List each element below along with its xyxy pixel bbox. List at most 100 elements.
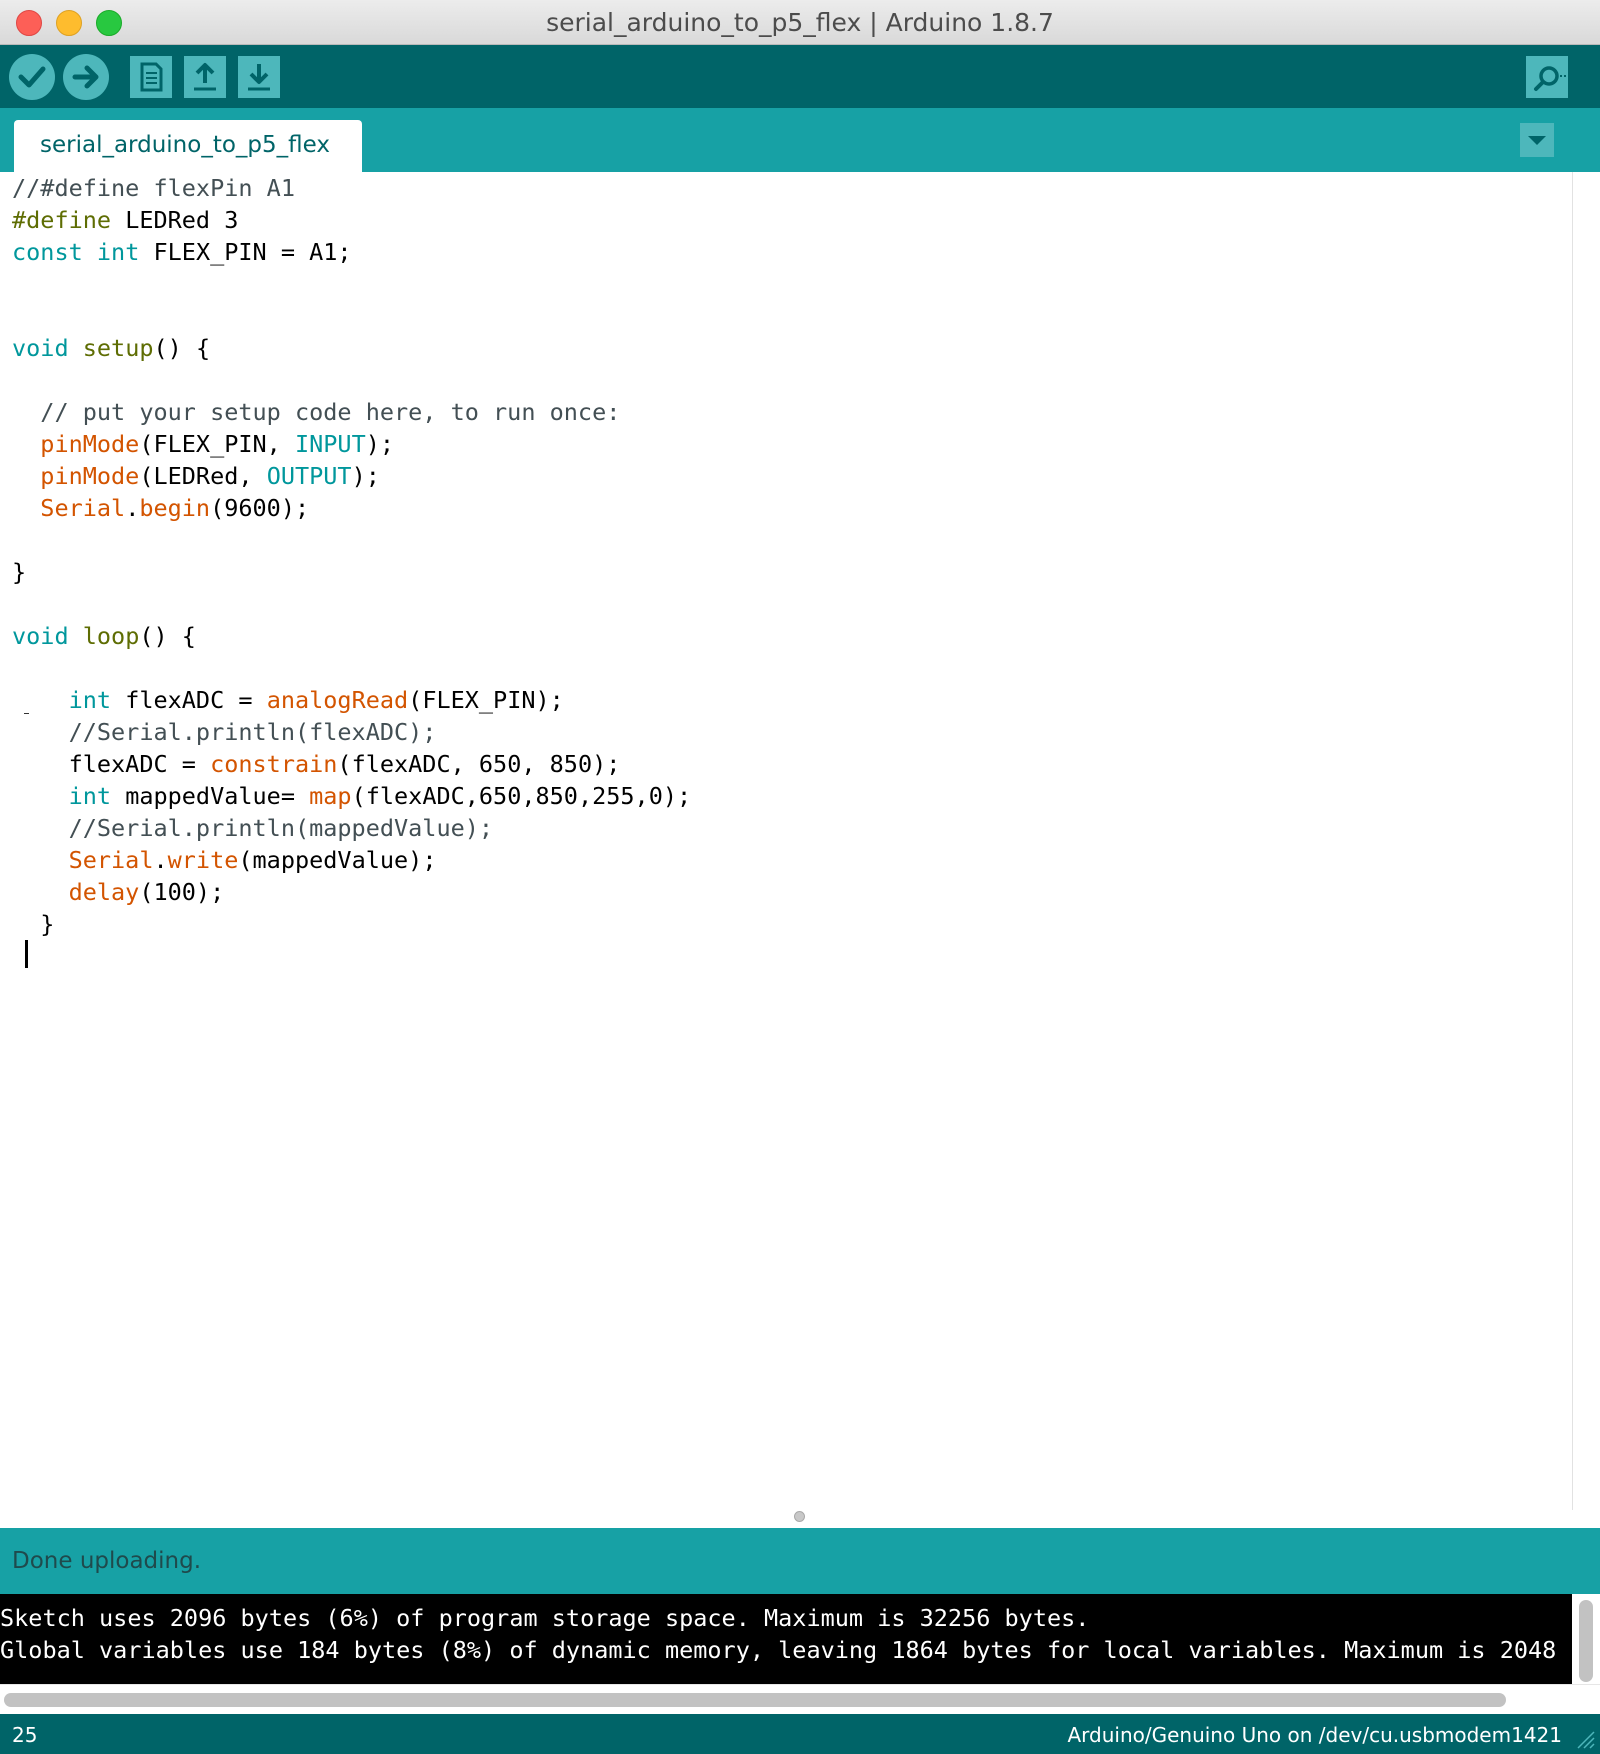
toolbar [0, 45, 1600, 108]
code-token: analogRead [266, 686, 409, 714]
code-line[interactable]: void loop() { [12, 620, 691, 652]
code-line[interactable] [12, 588, 691, 620]
line-number: 25 [12, 1723, 38, 1747]
code-token: . [153, 846, 168, 874]
code-line[interactable] [12, 300, 691, 332]
split-handle[interactable] [794, 1511, 805, 1522]
code-token: INPUT [294, 430, 366, 458]
code-line[interactable]: #define LEDRed 3 [12, 204, 691, 236]
code-line[interactable] [12, 524, 691, 556]
console-output[interactable]: Sketch uses 2096 bytes (6%) of program s… [0, 1594, 1572, 1684]
arrow-right-icon [72, 65, 99, 89]
verify-button[interactable] [9, 54, 55, 100]
code-token: begin [139, 494, 211, 522]
status-message: Done uploading. [12, 1548, 202, 1574]
code-line[interactable]: void setup() { [12, 332, 691, 364]
code-token: int [68, 686, 112, 714]
code-line[interactable]: int mappedValue= map(flexADC,650,850,255… [12, 780, 692, 812]
code-editor[interactable]: //#define flexPin A1 #define LEDRed 3 cons… [0, 172, 1572, 1510]
code-token: #define [12, 206, 112, 234]
editor-scroll-track [1572, 172, 1573, 1510]
code-token: pinMode [40, 462, 140, 490]
code-line[interactable] [12, 364, 691, 396]
code-token: Serial [40, 494, 126, 522]
code-token: (FLEX_PIN, [139, 430, 295, 458]
code-token: //Serial.println(mappedValue); [12, 814, 494, 842]
code-token: flexADC = [111, 686, 267, 714]
code-line[interactable]: pinMode(LEDRed, OUTPUT); [12, 460, 691, 492]
code-token: void [12, 334, 69, 362]
code-line[interactable]: //Serial.println(flexADC); [12, 716, 691, 748]
code-line[interactable] [12, 268, 691, 300]
tab-menu-button[interactable] [1520, 123, 1554, 157]
code-line[interactable]: } [12, 556, 691, 588]
arrow-up-icon [194, 63, 216, 91]
window-title: serial_arduino_to_p5_flex | Arduino 1.8.… [546, 8, 1054, 37]
new-file-icon [140, 62, 163, 92]
code-line[interactable] [12, 652, 691, 684]
code-line[interactable]: Serial.write(mappedValue); [12, 844, 691, 876]
code-line[interactable]: Serial.begin(9600); [12, 492, 691, 524]
console-vertical-scroll-thumb[interactable] [1579, 1600, 1593, 1682]
code-token: (FLEX_PIN); [408, 686, 564, 714]
tab-sketch[interactable]: serial_arduino_to_p5_flex [14, 120, 362, 172]
code-token: mappedValue= [111, 782, 310, 810]
board-port-info: Arduino/Genuino Uno on /dev/cu.usbmodem1… [1067, 1723, 1562, 1747]
code-token: Serial [68, 846, 154, 874]
new-sketch-button[interactable] [130, 56, 172, 98]
code-line[interactable]: //#define flexPin A1 [12, 172, 691, 204]
code-token: int [68, 782, 112, 810]
title-bar: serial_arduino_to_p5_flex | Arduino 1.8.… [0, 0, 1600, 45]
code-token: setup [82, 334, 154, 362]
code-token: (100); [139, 878, 225, 906]
code-token: // put your setup code here, to run once… [12, 398, 621, 426]
upload-button[interactable] [63, 54, 109, 100]
code-token: (flexADC,650,850,255,0); [351, 782, 692, 810]
save-sketch-button[interactable] [238, 56, 280, 98]
code-token: flexADC = [12, 750, 211, 778]
checkmark-icon [18, 66, 46, 88]
code-token: () { [139, 622, 196, 650]
chevron-down-icon [1528, 136, 1546, 145]
code-line[interactable]: const int FLEX_PIN = A1; [12, 236, 691, 268]
code-line[interactable]: // put your setup code here, to run once… [12, 396, 691, 428]
code-token: LEDRed 3 [111, 206, 239, 234]
tab-label: serial_arduino_to_p5_flex [40, 132, 330, 158]
code-token: (LEDRed, [139, 462, 267, 490]
text-cursor [25, 940, 28, 968]
code-token: FLEX_PIN = A1; [139, 238, 352, 266]
code-token: ); [351, 462, 380, 490]
code-token: (flexADC, 650, 850); [337, 750, 621, 778]
code-line[interactable]: flexADC = constrain(flexADC, 650, 850); [12, 748, 691, 780]
code-token: void [12, 622, 69, 650]
console-line: Global variables use 184 bytes (8%) of d… [0, 1636, 1572, 1664]
code-line[interactable]: //Serial.println(mappedValue); [12, 812, 691, 844]
code-line[interactable]: int flexADC = analogRead(FLEX_PIN); [12, 684, 691, 716]
code-token: . [125, 494, 140, 522]
code-token: //Serial.println(flexADC); [12, 718, 437, 746]
code-token: int [96, 238, 140, 266]
code-token: pinMode [40, 430, 140, 458]
code-token: () { [153, 334, 211, 362]
code-token: delay [68, 878, 140, 906]
serial-monitor-button[interactable] [1526, 56, 1568, 98]
code-line[interactable]: } [12, 908, 691, 940]
resize-grip-icon[interactable] [1574, 1728, 1596, 1750]
code-token: OUTPUT [266, 462, 352, 490]
open-sketch-button[interactable] [184, 56, 226, 98]
code-text[interactable]: //#define flexPin A1 #define LEDRed 3 cons… [12, 172, 691, 940]
code-line[interactable]: delay(100); [12, 876, 691, 908]
console-horizontal-scroll-thumb[interactable] [4, 1693, 1506, 1707]
code-line[interactable]: pinMode(FLEX_PIN, INPUT); [12, 428, 691, 460]
code-token: write [167, 846, 239, 874]
code-token: const [12, 238, 83, 266]
